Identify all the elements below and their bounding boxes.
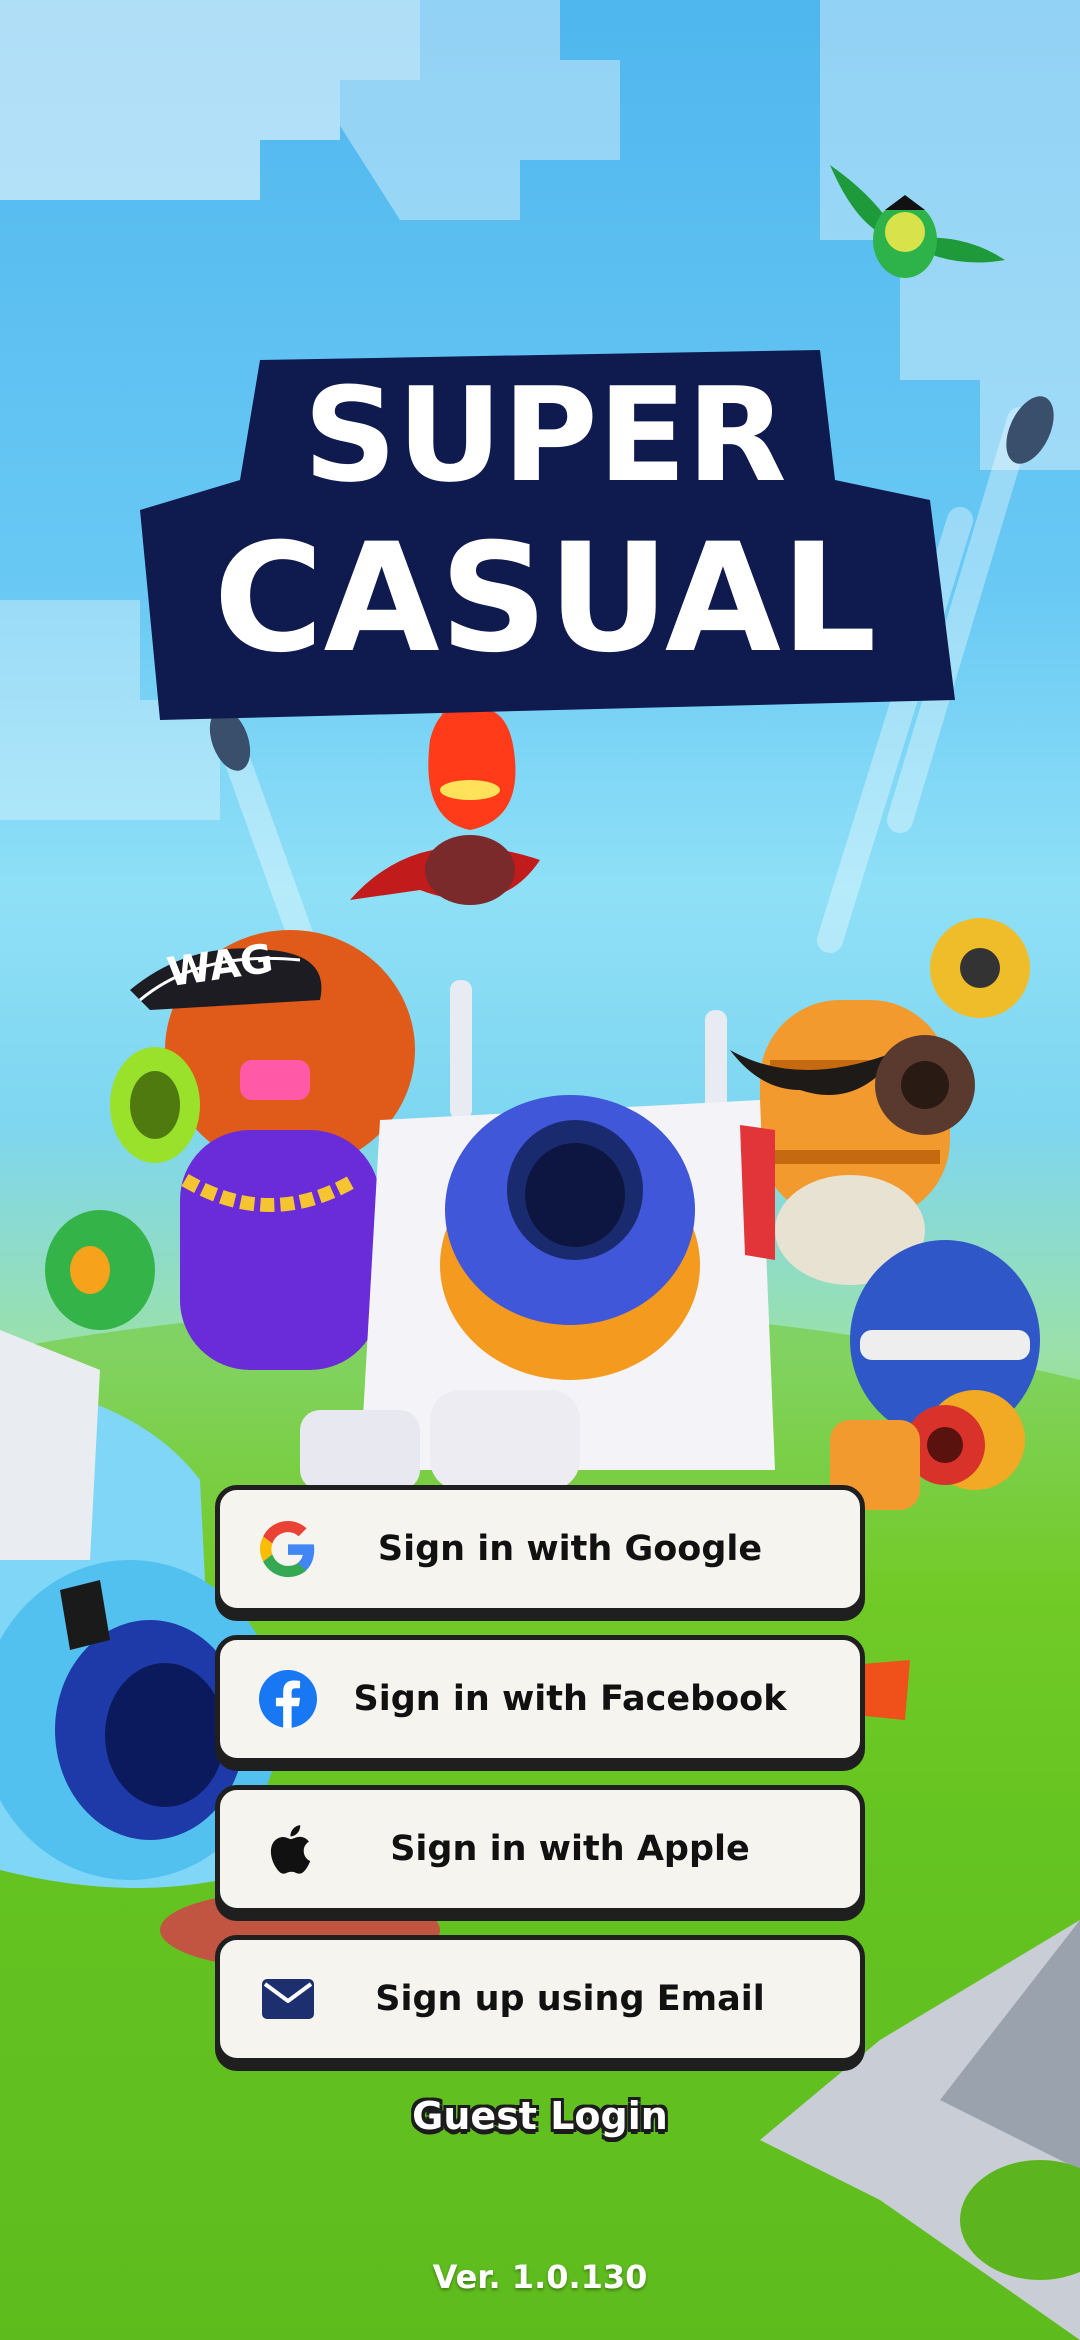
logo-title-line1: SUPER	[303, 359, 786, 511]
facebook-icon	[258, 1669, 318, 1729]
google-signin-button[interactable]: Sign in with Google	[215, 1485, 865, 1613]
apple-signin-button[interactable]: Sign in with Apple	[215, 1785, 865, 1913]
cap-logo: WAG	[164, 936, 275, 995]
email-signup-button[interactable]: Sign up using Email	[215, 1935, 865, 2063]
logo-title-line2: CASUAL	[213, 512, 876, 686]
apple-icon	[258, 1819, 318, 1879]
guest-login-link[interactable]: Guest Login	[0, 2094, 1080, 2138]
email-icon	[258, 1969, 318, 2029]
afro-character	[45, 930, 415, 1370]
game-logo: SUPER CASUAL	[120, 330, 960, 730]
google-icon	[258, 1519, 318, 1579]
login-options: Sign in with Google Sign in with Faceboo…	[215, 1485, 865, 2085]
version-label: Ver. 1.0.130	[432, 2258, 648, 2296]
cap-text: WAG	[164, 936, 275, 995]
facebook-signin-button[interactable]: Sign in with Facebook	[215, 1635, 865, 1763]
